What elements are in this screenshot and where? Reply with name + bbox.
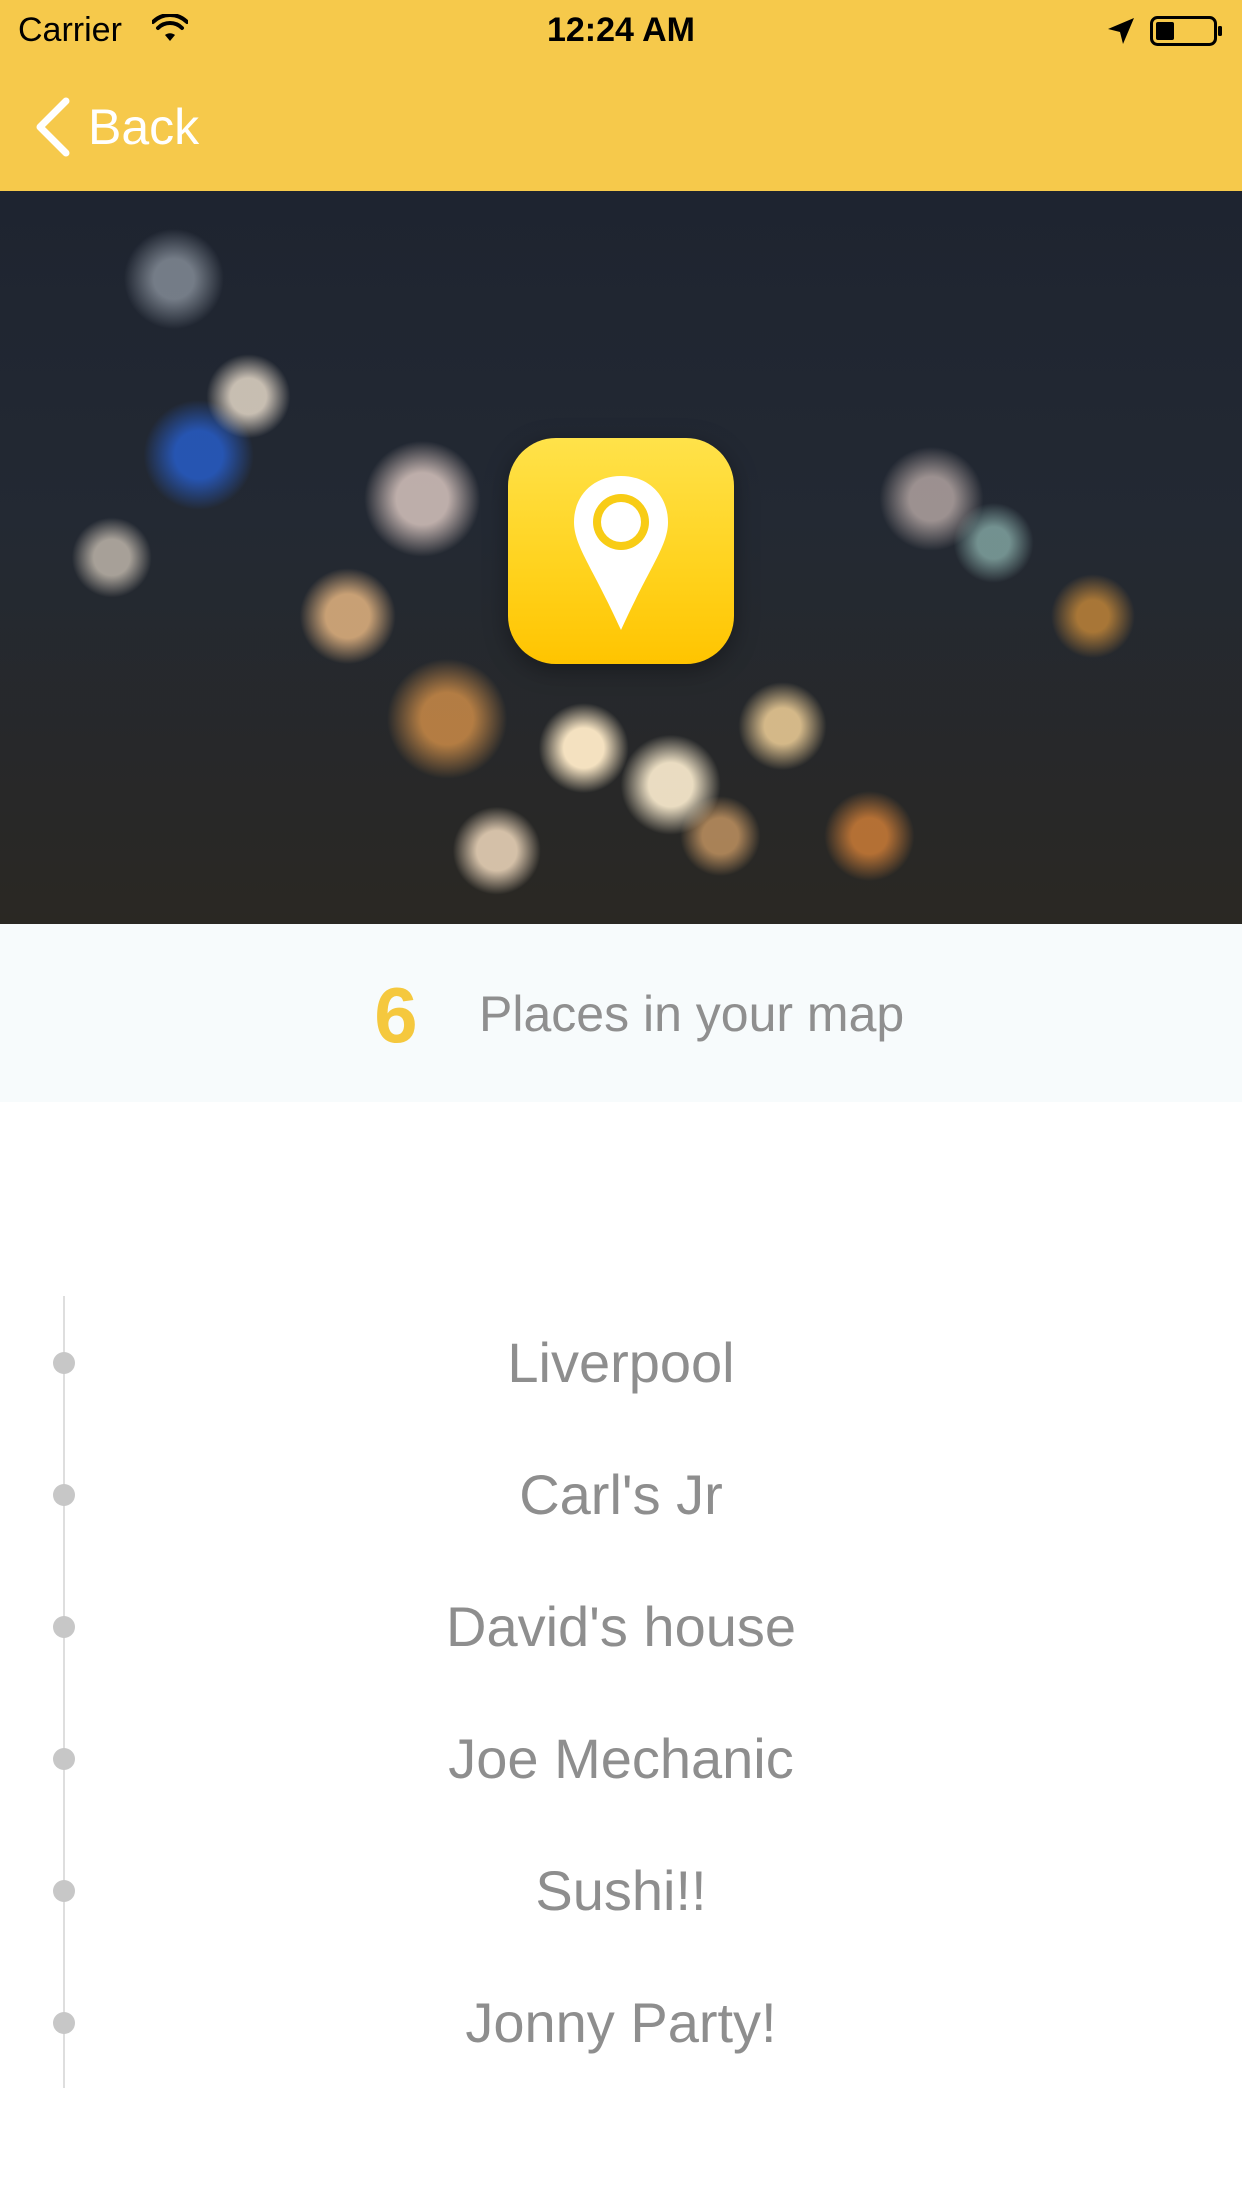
place-name: David's house: [446, 1595, 796, 1658]
clock: 12:24 AM: [546, 11, 696, 49]
place-name: Joe Mechanic: [448, 1727, 794, 1790]
place-map-screen: Carrier 12:24 AM Back 6 Places in your m…: [0, 0, 1242, 2208]
location-arrow-icon: [1108, 18, 1134, 44]
map-pin-icon: [574, 476, 668, 630]
back-label: Back: [88, 99, 200, 155]
place-count: 6: [374, 971, 418, 1059]
status-bar: Carrier 12:24 AM: [0, 0, 1242, 60]
list-item[interactable]: Sushi!!: [0, 1824, 1242, 1956]
place-name: Carl's Jr: [519, 1463, 723, 1526]
place-count-label: Places in your map: [479, 986, 905, 1042]
list-item[interactable]: Joe Mechanic: [0, 1692, 1242, 1824]
place-name: Jonny Party!: [465, 1991, 777, 2054]
hero-banner: [0, 191, 1242, 924]
place-name: Sushi!!: [535, 1859, 707, 1922]
places-summary: 6 Places in your map: [0, 924, 1242, 1102]
list-item[interactable]: Carl's Jr: [0, 1428, 1242, 1560]
app-icon: [508, 438, 734, 664]
place-name: Liverpool: [507, 1331, 735, 1394]
battery-icon: [1150, 16, 1222, 46]
places-list: Liverpool Carl's Jr David's house Joe Me…: [0, 1296, 1242, 2088]
header: Carrier 12:24 AM Back: [0, 0, 1242, 191]
list-item[interactable]: Liverpool: [0, 1296, 1242, 1428]
back-button[interactable]: Back: [32, 92, 199, 162]
list-item[interactable]: David's house: [0, 1560, 1242, 1692]
chevron-left-icon: [36, 97, 70, 157]
list-item[interactable]: Jonny Party!: [0, 1956, 1242, 2088]
